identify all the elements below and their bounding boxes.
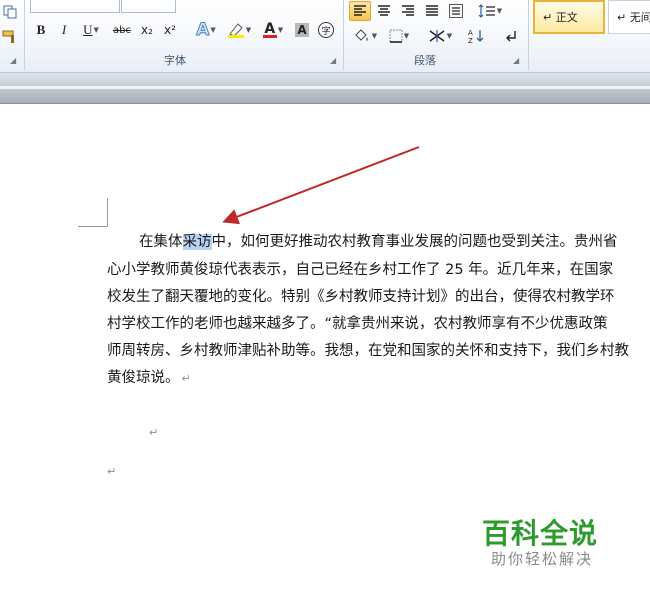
style-normal-label: ↵ 正文 bbox=[543, 11, 578, 24]
chevron-down-icon: ▼ bbox=[496, 7, 503, 15]
chinese-layout-icon bbox=[429, 30, 445, 42]
clipboard-separator bbox=[24, 0, 25, 70]
highlight-button[interactable]: ▼ bbox=[224, 20, 254, 40]
align-center-icon bbox=[378, 5, 390, 16]
align-left-icon bbox=[354, 5, 366, 16]
chevron-down-icon: ▼ bbox=[245, 26, 252, 34]
watermark-title: 百科全说 bbox=[482, 517, 599, 550]
clipboard-dialog-launcher[interactable]: ◢ bbox=[10, 56, 16, 65]
character-shading-button[interactable]: A bbox=[293, 20, 311, 40]
ribbon: ◢ B I U ▼ abc x₂ x² A ▼ ▼ A ▼ A 字 字体 ◢ ▼… bbox=[0, 0, 650, 73]
paint-bucket-icon bbox=[355, 29, 368, 41]
return-arrow-icon bbox=[506, 31, 516, 42]
justify-button[interactable] bbox=[421, 1, 443, 21]
format-painter-button[interactable] bbox=[0, 27, 20, 47]
line-spacing-icon bbox=[478, 4, 495, 18]
sort-az-icon: AZ bbox=[468, 29, 484, 44]
chevron-down-icon: ▼ bbox=[93, 26, 99, 34]
justify-icon bbox=[426, 5, 438, 16]
font-color-icon: A bbox=[262, 20, 277, 38]
subscript-button[interactable]: x₂ bbox=[137, 20, 157, 40]
font-color-button[interactable]: A ▼ bbox=[258, 20, 288, 40]
copy-icon bbox=[3, 5, 17, 19]
paragraph-line-2[interactable]: 心小学教师黄俊琼代表表示，自己已经在乡村工作了 25 年。近几年来，在国家 bbox=[107, 260, 613, 280]
style-no-spacing[interactable]: ↵ 无间 bbox=[608, 0, 650, 34]
enclose-characters-icon: 字 bbox=[318, 22, 334, 38]
underline-button[interactable]: U ▼ bbox=[78, 20, 104, 40]
style-no-spacing-label: ↵ 无间 bbox=[617, 11, 650, 24]
font-group-separator bbox=[343, 0, 344, 70]
borders-button[interactable]: ▼ bbox=[384, 26, 414, 46]
text-segment: 中，如何更好推动农村教育事业发展的问题也受到关注。贵州省 bbox=[211, 234, 618, 250]
bold-button[interactable]: B bbox=[32, 20, 50, 40]
chevron-down-icon: ▼ bbox=[446, 32, 453, 40]
align-left-button[interactable] bbox=[349, 1, 371, 21]
text-effect-button[interactable]: A ▼ bbox=[192, 20, 220, 41]
svg-text:Z: Z bbox=[468, 37, 473, 44]
paragraph-line-4[interactable]: 村学校工作的老师也越来越多了。“就拿贵州来说，农村教师享有不少优惠政策 bbox=[107, 314, 608, 334]
paragraph-group-separator bbox=[528, 0, 529, 70]
margin-corner-mark bbox=[107, 198, 108, 226]
chevron-down-icon: ▼ bbox=[277, 26, 284, 34]
text-segment: 在集体 bbox=[139, 234, 183, 250]
paragraph-group-label: 段落 bbox=[414, 54, 436, 67]
highlighter-icon bbox=[227, 23, 244, 38]
paragraph-dialog-launcher[interactable]: ◢ bbox=[513, 56, 519, 65]
chevron-down-icon: ▼ bbox=[371, 32, 378, 40]
paragraph-mark: ↵ bbox=[149, 426, 159, 439]
format-painter-icon bbox=[2, 30, 14, 43]
sort-button[interactable]: AZ bbox=[465, 26, 487, 46]
style-normal[interactable]: ↵ 正文 bbox=[533, 0, 605, 34]
underline-label: U bbox=[83, 22, 93, 37]
ruler-highlight bbox=[0, 86, 650, 89]
distributed-button[interactable] bbox=[445, 1, 467, 21]
text-effect-icon: A bbox=[196, 20, 210, 41]
line-spacing-button[interactable]: ▼ bbox=[475, 1, 505, 21]
paragraph-line-1[interactable]: 在集体采访中，如何更好推动农村教育事业发展的问题也受到关注。贵州省 bbox=[139, 232, 618, 252]
font-size-box[interactable] bbox=[121, 0, 176, 13]
paragraph-line-5[interactable]: 师周转房、乡村教师津贴补助等。我想，在党和国家的关怀和支持下，我们乡村教 bbox=[107, 341, 629, 361]
copy-button[interactable] bbox=[0, 2, 20, 22]
paragraph-line-3[interactable]: 校发生了翻天覆地的变化。特别《乡村教师支持计划》的出台，使得农村教学环 bbox=[107, 287, 615, 307]
font-dialog-launcher[interactable]: ◢ bbox=[330, 56, 336, 65]
paragraph-mark: ↵ bbox=[107, 465, 117, 478]
align-right-icon bbox=[402, 5, 414, 16]
align-right-button[interactable] bbox=[397, 1, 419, 21]
superscript-button[interactable]: x² bbox=[160, 20, 180, 40]
font-name-box[interactable] bbox=[30, 0, 120, 13]
chinese-layout-button[interactable]: ▼ bbox=[424, 26, 456, 46]
character-shading-icon: A bbox=[295, 23, 309, 37]
distributed-icon bbox=[449, 4, 463, 18]
selected-text[interactable]: 采访 bbox=[182, 234, 212, 250]
watermark-subtitle: 助你轻松解决 bbox=[491, 550, 594, 568]
show-hide-marks-button[interactable] bbox=[500, 26, 522, 46]
shading-button[interactable]: ▼ bbox=[349, 26, 381, 46]
margin-corner-mark bbox=[78, 226, 108, 227]
svg-text:A: A bbox=[468, 29, 473, 37]
paragraph-line-6[interactable]: 黄俊琼说。 ↵ bbox=[107, 368, 191, 389]
italic-button[interactable]: I bbox=[55, 20, 73, 40]
paragraph-mark: ↵ bbox=[181, 372, 191, 385]
chevron-down-icon: ▼ bbox=[403, 32, 410, 40]
enclose-characters-button[interactable]: 字 bbox=[316, 20, 336, 40]
font-group-label: 字体 bbox=[164, 54, 186, 67]
chevron-down-icon: ▼ bbox=[210, 26, 216, 34]
strikethrough-button[interactable]: abc bbox=[110, 20, 134, 40]
text-segment: 黄俊琼说。 bbox=[107, 370, 180, 386]
borders-icon bbox=[389, 29, 403, 43]
align-center-button[interactable] bbox=[373, 1, 395, 21]
